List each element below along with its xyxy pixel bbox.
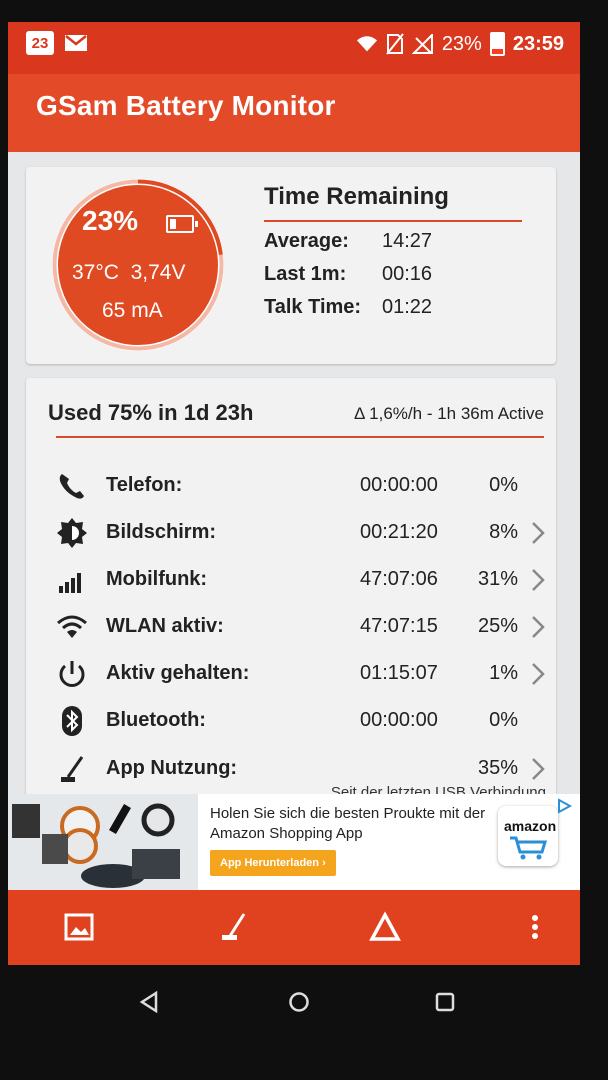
usage-time: 00:00:00 <box>360 709 438 731</box>
app-usage-icon <box>61 756 84 782</box>
chevron-right-icon[interactable] <box>526 519 550 547</box>
system-navigation-bar <box>0 965 608 1080</box>
ad-download-button[interactable]: App Herunterladen › <box>210 850 336 876</box>
usage-row-aktiv-gehalten[interactable]: Aktiv gehalten: 01:15:07 1% <box>26 656 556 696</box>
usage-label: App Nutzung: <box>106 757 238 779</box>
time-remaining-row: Talk Time: 01:22 <box>264 296 432 319</box>
adchoices-icon[interactable] <box>556 798 572 814</box>
time-remaining-label: Average: <box>264 230 349 252</box>
usage-time: 00:21:20 <box>360 521 438 543</box>
usage-row-bluetooth[interactable]: Bluetooth: 00:00:00 0% <box>26 703 556 743</box>
gauge-percent: 23% <box>82 205 139 236</box>
usage-time: 47:07:15 <box>360 615 438 637</box>
time-remaining-label: Talk Time: <box>264 296 362 318</box>
status-battery-percent: 23% <box>441 32 482 55</box>
usage-label: Mobilfunk: <box>106 568 208 590</box>
usage-card: Used 75% in 1d 23h Δ 1,6%/h - 1h 36m Act… <box>26 378 556 808</box>
usage-label: Bluetooth: <box>106 709 206 731</box>
no-sim-icon <box>386 33 404 55</box>
time-remaining-row: Average: 14:27 <box>264 230 432 253</box>
status-clock: 23:59 <box>512 32 564 55</box>
phone-screen: 23 23% 23:59 GSam Battery Monitor 23% 37… <box>8 22 580 965</box>
drain-rate: Δ 1,6%/h - 1h 36m Active <box>354 404 544 423</box>
time-remaining-value: 01:22 <box>382 296 433 318</box>
bluetooth-icon <box>62 706 82 736</box>
divider <box>264 220 522 222</box>
chevron-right-icon[interactable] <box>526 660 550 688</box>
image-icon[interactable] <box>62 910 96 944</box>
usage-time: 01:15:07 <box>360 662 438 684</box>
time-remaining-value: 14:27 <box>382 230 433 252</box>
usage-label: Bildschirm: <box>106 521 217 543</box>
calendar-notification-icon: 23 <box>26 31 54 55</box>
amazon-logo[interactable]: amazon <box>498 806 558 866</box>
divider <box>56 436 544 438</box>
usage-row-telefon[interactable]: Telefon: 00:00:00 0% <box>26 468 556 508</box>
no-signal-icon <box>411 34 433 54</box>
usage-percent: 1% <box>489 662 518 684</box>
used-summary: Used 75% in 1d 23h <box>48 400 254 425</box>
delta-icon[interactable] <box>368 910 402 944</box>
time-remaining-label: Last 1m: <box>264 263 347 285</box>
ad-product-image[interactable] <box>8 794 198 890</box>
app-bottom-bar <box>8 890 580 965</box>
gauge-readout: 23% 37°C 3,74V 65 mA <box>48 175 228 355</box>
gmail-notification-icon <box>65 35 87 51</box>
ad-products-illustration <box>8 794 198 890</box>
chevron-right-icon[interactable] <box>526 755 550 783</box>
wifi-status-icon <box>356 36 377 52</box>
usage-percent: 25% <box>477 615 518 637</box>
home-icon[interactable] <box>286 989 312 1015</box>
chevron-right-icon[interactable] <box>526 566 550 594</box>
amazon-logo-text: amazon <box>504 818 557 834</box>
shopping-cart-icon <box>510 836 548 860</box>
usage-percent: 0% <box>489 709 518 731</box>
ad-headline[interactable]: Holen Sie sich die besten Proukte mit de… <box>210 804 490 844</box>
time-remaining-title: Time Remaining <box>264 183 449 210</box>
gauge-current: 65 mA <box>102 299 163 322</box>
usage-row-wlan[interactable]: WLAN aktiv: 47:07:15 25% <box>26 609 556 649</box>
phone-icon <box>59 474 84 499</box>
time-remaining-row: Last 1m: 00:16 <box>264 263 432 286</box>
cell-signal-icon <box>59 573 81 593</box>
usage-row-mobilfunk[interactable]: Mobilfunk: 47:07:06 31% <box>26 562 556 602</box>
usage-percent: 31% <box>477 568 518 590</box>
usage-percent: 0% <box>489 474 518 496</box>
usage-percent: 8% <box>489 521 518 543</box>
battery-summary-card[interactable]: 23% 37°C 3,74V 65 mA Time Remaining Aver… <box>26 167 556 364</box>
usage-time: 47:07:06 <box>360 568 438 590</box>
usage-label: WLAN aktiv: <box>106 615 224 637</box>
brightness-icon <box>57 518 87 548</box>
app-usage-icon[interactable] <box>216 910 250 944</box>
ad-banner[interactable]: Holen Sie sich die besten Proukte mit de… <box>8 794 580 890</box>
overflow-menu-icon[interactable] <box>518 910 552 944</box>
usage-time: 00:00:00 <box>360 474 438 496</box>
back-icon[interactable] <box>136 989 162 1015</box>
app-title: GSam Battery Monitor <box>36 90 336 121</box>
battery-icon <box>166 215 198 233</box>
usage-label: Aktiv gehalten: <box>106 662 250 684</box>
wifi-icon <box>57 615 87 638</box>
battery-status-icon <box>489 32 505 56</box>
app-bar: GSam Battery Monitor <box>8 74 580 152</box>
usage-label: Telefon: <box>106 474 183 496</box>
usage-percent: 35% <box>477 757 518 779</box>
gauge-temp-voltage: 37°C 3,74V <box>72 261 186 284</box>
time-remaining-value: 00:16 <box>382 263 433 285</box>
power-icon <box>59 661 85 687</box>
recent-apps-icon[interactable] <box>432 989 458 1015</box>
usage-row-bildschirm[interactable]: Bildschirm: 00:21:20 8% <box>26 515 556 555</box>
chevron-right-icon[interactable] <box>526 613 550 641</box>
status-bar: 23 23% 23:59 <box>8 22 580 74</box>
